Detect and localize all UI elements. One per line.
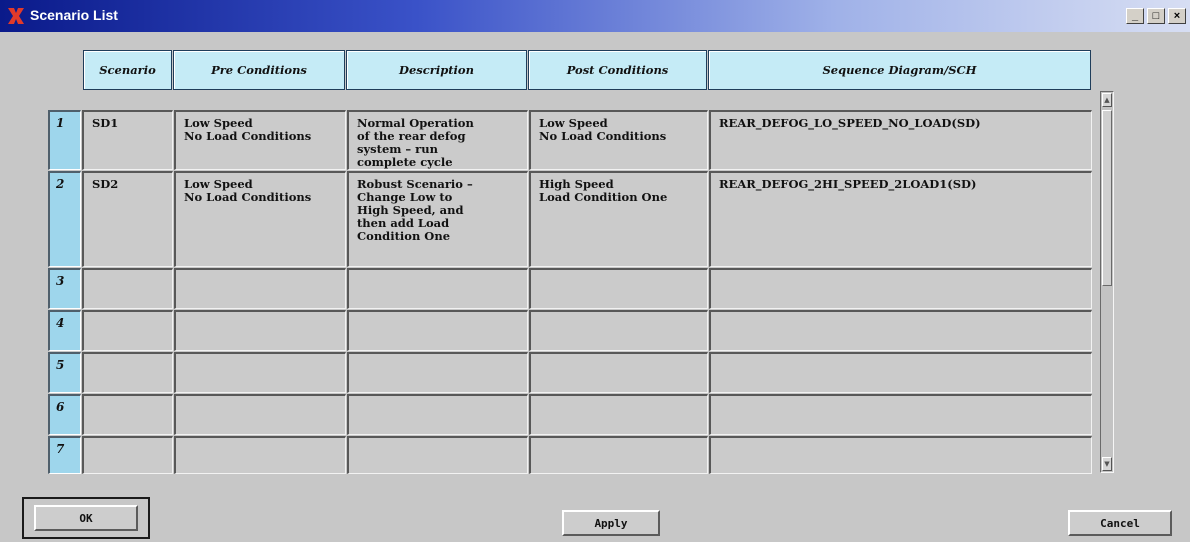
cell-scenario[interactable] — [82, 352, 173, 393]
cell-pre-conditions[interactable] — [174, 310, 346, 351]
cell-scenario[interactable] — [82, 310, 173, 351]
cell-description[interactable] — [347, 394, 528, 435]
cell-post-conditions[interactable] — [529, 268, 708, 309]
row-number[interactable]: 7 — [48, 436, 81, 474]
close-button[interactable]: × — [1168, 8, 1186, 24]
row-number[interactable]: 2 — [48, 171, 81, 267]
cell-pre-conditions[interactable] — [174, 394, 346, 435]
row-number[interactable]: 6 — [48, 394, 81, 435]
scrollbar-thumb[interactable] — [1102, 110, 1112, 286]
cell-pre-conditions[interactable] — [174, 268, 346, 309]
cell-sequence-diagram[interactable]: REAR_DEFOG_2HI_SPEED_2LOAD1(SD) — [709, 171, 1092, 267]
apply-button[interactable]: Apply — [562, 510, 660, 536]
row-number[interactable]: 3 — [48, 268, 81, 309]
cell-description[interactable] — [347, 436, 528, 474]
cell-description[interactable] — [347, 268, 528, 309]
row-number[interactable]: 4 — [48, 310, 81, 351]
title-bar[interactable]: Scenario List _ □ × — [0, 0, 1190, 32]
cell-scenario[interactable] — [82, 436, 173, 474]
cell-post-conditions[interactable] — [529, 436, 708, 474]
cell-description[interactable]: Robust Scenario – Change Low to High Spe… — [347, 171, 528, 267]
arrow-down-icon[interactable]: ▼ — [1102, 457, 1112, 471]
cell-scenario[interactable] — [82, 268, 173, 309]
cell-sequence-diagram[interactable] — [709, 394, 1092, 435]
window-controls: _ □ × — [1126, 8, 1186, 24]
cell-sequence-diagram[interactable] — [709, 436, 1092, 474]
maximize-button[interactable]: □ — [1147, 8, 1165, 24]
cell-pre-conditions[interactable]: Low Speed No Load Conditions — [174, 171, 346, 267]
cell-description[interactable] — [347, 310, 528, 351]
row-number[interactable]: 5 — [48, 352, 81, 393]
cell-post-conditions[interactable] — [529, 394, 708, 435]
cell-post-conditions[interactable] — [529, 310, 708, 351]
cell-scenario[interactable] — [82, 394, 173, 435]
cell-sequence-diagram[interactable] — [709, 310, 1092, 351]
column-header-sequence-diagram: Sequence Diagram/SCH — [708, 50, 1091, 90]
row-number[interactable]: 1 — [48, 110, 81, 170]
cell-sequence-diagram[interactable] — [709, 268, 1092, 309]
cell-sequence-diagram[interactable] — [709, 352, 1092, 393]
arrow-up-icon[interactable]: ▲ — [1102, 93, 1112, 107]
cancel-button[interactable]: Cancel — [1068, 510, 1172, 536]
cell-scenario[interactable]: SD2 — [82, 171, 173, 267]
window-title: Scenario List — [30, 7, 118, 23]
ok-button[interactable]: OK — [34, 505, 138, 531]
minimize-button[interactable]: _ — [1126, 8, 1144, 24]
vertical-scrollbar[interactable]: ▲ ▼ — [1100, 91, 1114, 473]
cell-pre-conditions[interactable] — [174, 352, 346, 393]
column-header-pre-conditions: Pre Conditions — [173, 50, 345, 90]
cell-post-conditions[interactable] — [529, 352, 708, 393]
cell-pre-conditions[interactable]: Low Speed No Load Conditions — [174, 110, 346, 170]
column-header-scenario: Scenario — [83, 50, 172, 90]
cell-post-conditions[interactable]: High Speed Load Condition One — [529, 171, 708, 267]
cell-description[interactable] — [347, 352, 528, 393]
column-header-description: Description — [346, 50, 527, 90]
column-header-post-conditions: Post Conditions — [528, 50, 707, 90]
cell-sequence-diagram[interactable]: REAR_DEFOG_LO_SPEED_NO_LOAD(SD) — [709, 110, 1092, 170]
cell-scenario[interactable]: SD1 — [82, 110, 173, 170]
cell-description[interactable]: Normal Operation of the rear defog syste… — [347, 110, 528, 170]
cell-pre-conditions[interactable] — [174, 436, 346, 474]
cell-post-conditions[interactable]: Low Speed No Load Conditions — [529, 110, 708, 170]
scenario-list-window: Scenario List _ □ × Scenario Pre Conditi… — [0, 0, 1190, 542]
x-logo-icon — [8, 8, 24, 24]
